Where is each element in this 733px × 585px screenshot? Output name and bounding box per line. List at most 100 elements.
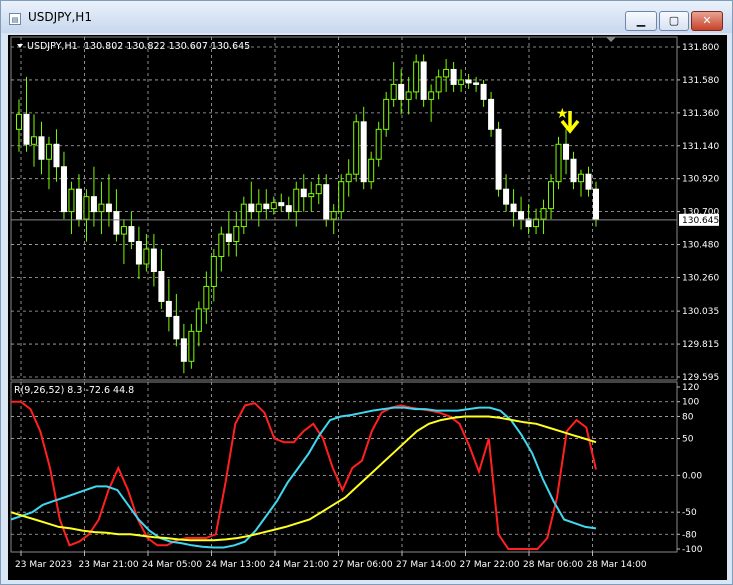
candle-body (165, 300, 172, 317)
candle-body (390, 83, 397, 100)
candle-body (203, 285, 210, 310)
candle-body (68, 188, 75, 213)
current-price-label: 130.645 (682, 216, 719, 226)
candle-body (218, 233, 225, 258)
indicator-tick-label: 100 (682, 398, 699, 408)
time-tick-label: 27 Mar 14:00 (396, 560, 456, 570)
candle-body (240, 203, 247, 228)
candle-body (555, 143, 562, 183)
indicator-tick-label: 120 (682, 383, 699, 393)
candle-body (263, 203, 270, 210)
price-tick-label: 131.140 (682, 142, 719, 152)
candle-body (60, 166, 67, 213)
candle-body (90, 196, 97, 213)
candle-body (255, 203, 262, 213)
candle-body (180, 338, 187, 362)
candle-body (143, 248, 150, 265)
candle-body (405, 91, 412, 100)
candle-body (585, 173, 592, 190)
candle-body (368, 158, 375, 183)
candle-body (420, 61, 427, 100)
chart-window-icon: ▤ (9, 13, 21, 25)
candle-body (210, 256, 217, 287)
candle-body (353, 121, 360, 175)
candle-body (360, 121, 367, 183)
candle-body (173, 315, 180, 340)
candle-body (105, 203, 112, 213)
window-title: USDJPY,H1 (28, 10, 92, 24)
candle-body (323, 184, 330, 220)
candle-body (518, 211, 525, 220)
maximize-icon: ▢ (668, 14, 680, 27)
time-tick-label: 24 Mar 21:00 (269, 560, 329, 570)
candle-body (450, 68, 457, 85)
candle-body (465, 79, 472, 84)
price-tick-label: 131.360 (682, 109, 719, 119)
price-tick-label: 131.580 (682, 76, 719, 86)
candle-body (113, 211, 120, 235)
candle-body (383, 98, 390, 130)
candle-body (540, 208, 547, 220)
candle-body (120, 226, 127, 235)
chart-symbol: USDJPY,H1 (27, 41, 78, 52)
time-tick-label: 24 Mar 05:00 (142, 560, 202, 570)
price-tick-label: 130.480 (682, 241, 719, 251)
chart-background (8, 35, 727, 580)
candle-body (473, 82, 480, 85)
indicator-tick-label: -80 (682, 530, 697, 540)
price-tick-label: 130.920 (682, 175, 719, 185)
candle-body (443, 68, 450, 78)
minimize-icon: ▁ (636, 14, 646, 27)
indicator-tick-label: 0.00 (682, 471, 702, 481)
minimize-button[interactable]: ▁ (625, 11, 657, 31)
indicator-tick-label: 80 (682, 412, 694, 422)
time-tick-label: 28 Mar 06:00 (523, 560, 583, 570)
candle-body (293, 188, 300, 213)
close-button[interactable]: ✕ (691, 11, 723, 31)
candle-body (488, 98, 495, 130)
candle-body (158, 270, 165, 302)
candle-body (16, 113, 22, 130)
price-tick-label: 129.595 (682, 373, 719, 383)
title-bar[interactable]: ▤ USDJPY,H1 ▁ ▢ ✕ (1, 1, 732, 33)
candle-body (233, 226, 240, 243)
candle-body (413, 61, 420, 93)
candle-body (135, 241, 142, 265)
time-tick-label: 27 Mar 06:00 (333, 560, 393, 570)
candle-body (570, 158, 577, 183)
time-tick-label: 28 Mar 14:00 (587, 560, 647, 570)
maximize-button[interactable]: ▢ (659, 11, 689, 31)
candle-body (53, 143, 60, 168)
time-tick-label: 23 Mar 2023 (15, 560, 72, 570)
candle-body (83, 196, 90, 220)
candle-body (503, 188, 510, 205)
indicator-header: R(9,26,52) 8.3 -72.6 44.8 (14, 385, 134, 396)
candle-body (98, 203, 105, 213)
candle-body (308, 193, 315, 198)
candle-body (563, 143, 570, 160)
candle-body (480, 83, 487, 100)
price-tick-label: 130.260 (682, 273, 719, 283)
candle-body (225, 233, 232, 243)
time-tick-label: 27 Mar 22:00 (460, 560, 520, 570)
candle-body (510, 203, 517, 213)
candle-body (428, 91, 435, 100)
candle-body (30, 136, 37, 145)
star-icon: ★ (556, 106, 569, 122)
candle-body (330, 211, 337, 220)
chart-window: ▤ USDJPY,H1 ▁ ▢ ✕ 131.800 131.580 131.360 1… (0, 0, 733, 585)
candle-body (278, 202, 285, 207)
candle-body (578, 173, 585, 183)
candle-body (435, 76, 442, 93)
candle-body (375, 128, 382, 160)
candle-body (345, 173, 352, 183)
candle-body (270, 202, 277, 210)
candle-body (45, 143, 52, 160)
indicator-tick-label: -50 (682, 508, 697, 518)
candle-body (23, 113, 30, 145)
price-chart-canvas[interactable]: 131.800131.580131.360131.140130.920130.7… (8, 35, 727, 580)
candle-body (495, 128, 502, 190)
indicator-tick-label: -100 (682, 545, 703, 555)
candle-body (188, 330, 195, 362)
candle-body (458, 79, 465, 85)
